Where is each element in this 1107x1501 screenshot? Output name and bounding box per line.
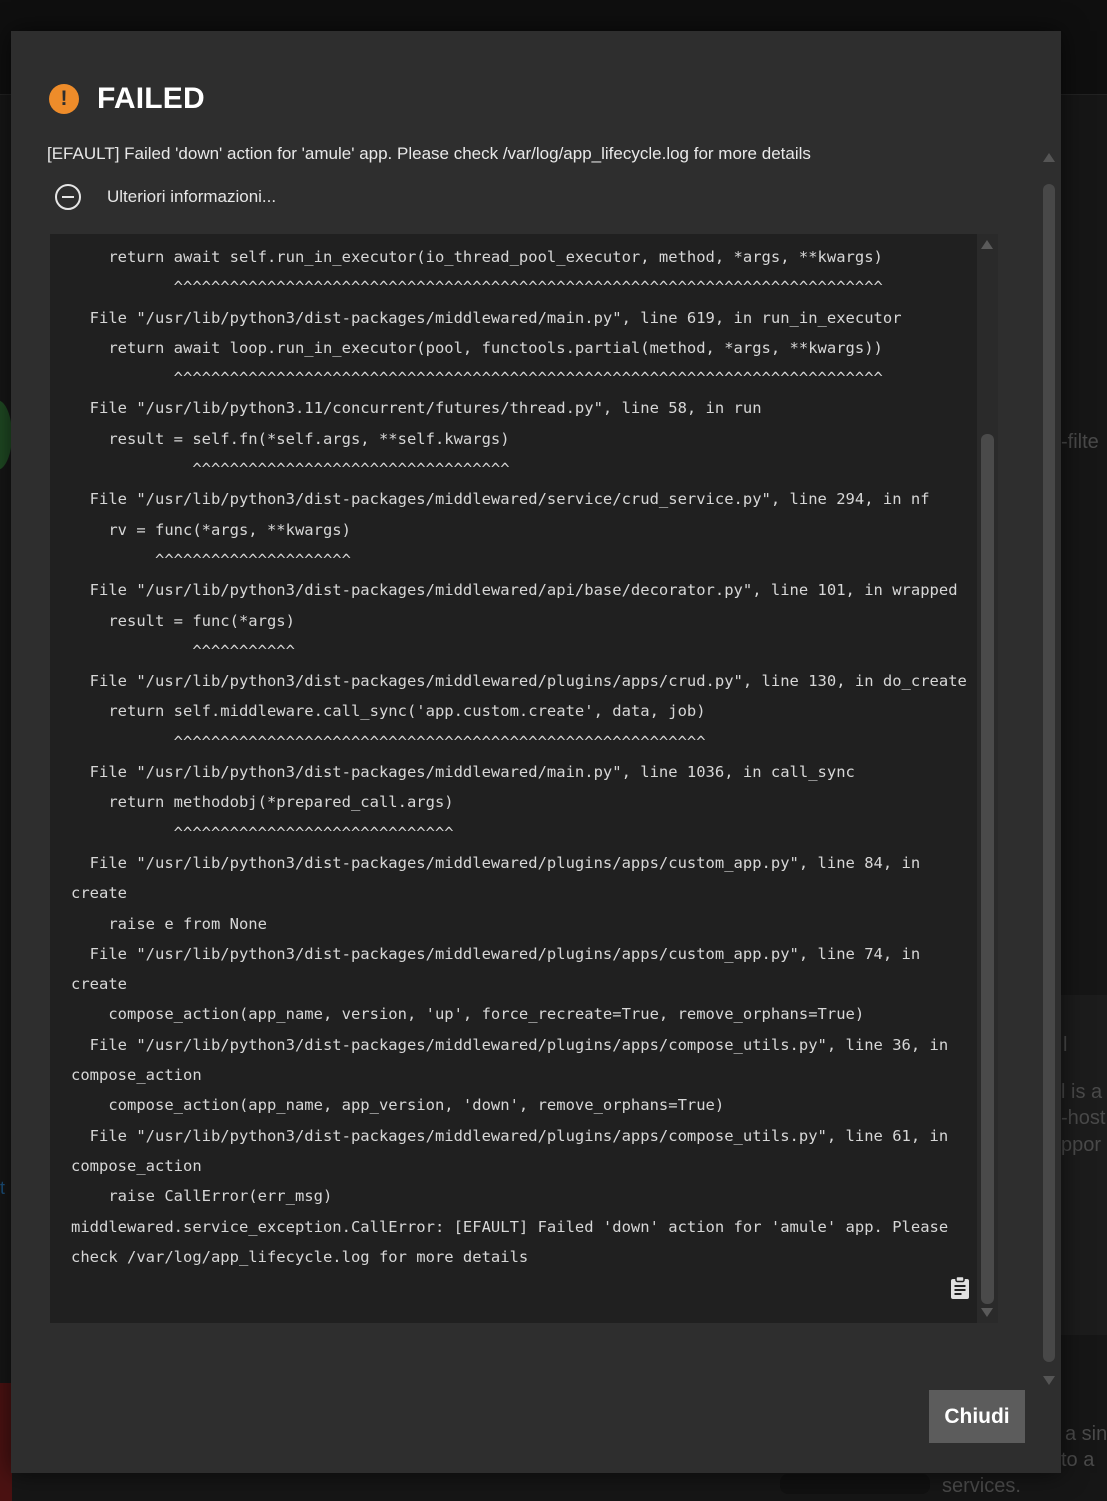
background-text: -host — [1061, 1107, 1106, 1129]
traceback-line: create — [71, 975, 127, 994]
traceback-line: compose_action(app_name, version, 'up', … — [71, 1005, 865, 1024]
scroll-down-arrow-icon[interactable] — [1043, 1376, 1055, 1385]
traceback-line: File "/usr/lib/python3/dist-packages/mid… — [71, 763, 855, 782]
traceback-line: ^^^^^^^^^^^^^^^^^^^^^ — [71, 550, 351, 569]
traceback-line: ^^^^^^^^^^^^^^^^^^^^^^^^^^^^^^^^^^^^^^^^… — [71, 278, 883, 297]
warning-icon: ! — [49, 84, 79, 114]
background-text: l — [1063, 1034, 1068, 1056]
traceback-line: compose_action(app_name, app_version, 'd… — [71, 1096, 725, 1115]
traceback-line: return self.middleware.call_sync('app.cu… — [71, 702, 706, 721]
error-dialog: ! FAILED [EFAULT] Failed 'down' action f… — [11, 31, 1061, 1473]
traceback-line: File "/usr/lib/python3.11/concurrent/fut… — [71, 399, 762, 418]
traceback-line: compose_action — [71, 1156, 202, 1175]
traceback-line: rv = func(*args, **kwargs) — [71, 520, 351, 539]
more-info-label[interactable]: Ulteriori informazioni... — [107, 187, 276, 207]
traceback-line: create — [71, 884, 127, 903]
traceback-line: return await loop.run_in_executor(pool, … — [71, 338, 883, 357]
traceback-line: compose_action — [71, 1066, 202, 1085]
background-text: to a — [1061, 1449, 1095, 1471]
traceback-line: File "/usr/lib/python3/dist-packages/mid… — [71, 581, 958, 600]
scroll-down-arrow-icon[interactable] — [981, 1308, 993, 1317]
background-text: services. — [942, 1475, 1021, 1497]
traceback-line: File "/usr/lib/python3/dist-packages/mid… — [71, 672, 967, 691]
traceback-line: File "/usr/lib/python3/dist-packages/mid… — [71, 853, 921, 872]
background-text: l is a — [1061, 1081, 1103, 1103]
traceback-scrollbar[interactable] — [977, 234, 998, 1323]
traceback-line: File "/usr/lib/python3/dist-packages/mid… — [71, 490, 930, 509]
dialog-header: ! FAILED — [49, 82, 205, 116]
traceback-line: result = func(*args) — [71, 611, 295, 630]
background-text: -filte — [1061, 431, 1099, 453]
close-button[interactable]: Chiudi — [929, 1390, 1025, 1443]
traceback-line: File "/usr/lib/python3/dist-packages/mid… — [71, 944, 921, 963]
traceback-line: ^^^^^^^^^^^ — [71, 641, 295, 660]
traceback-line: return methodobj(*prepared_call.args) — [71, 793, 454, 812]
traceback-line: raise CallError(err_msg) — [71, 1187, 333, 1206]
background-text: a sin — [1065, 1423, 1107, 1445]
more-info-toggle[interactable]: Ulteriori informazioni... — [55, 184, 276, 210]
dialog-title: FAILED — [97, 82, 205, 115]
scrollbar-thumb[interactable] — [981, 434, 994, 1304]
traceback-line: ^^^^^^^^^^^^^^^^^^^^^^^^^^^^^^ — [71, 823, 454, 842]
traceback-line: ^^^^^^^^^^^^^^^^^^^^^^^^^^^^^^^^^^^^^^^^… — [71, 369, 883, 388]
traceback-line: raise e from None — [71, 914, 267, 933]
traceback-line: return await self.run_in_executor(io_thr… — [71, 248, 883, 266]
traceback-line: File "/usr/lib/python3/dist-packages/mid… — [71, 1035, 949, 1054]
scrollbar-thumb[interactable] — [1043, 184, 1055, 1362]
traceback-line: File "/usr/lib/python3/dist-packages/mid… — [71, 1126, 949, 1145]
traceback-line: ^^^^^^^^^^^^^^^^^^^^^^^^^^^^^^^^^^ — [71, 460, 510, 479]
traceback-panel[interactable]: return await self.run_in_executor(io_thr… — [50, 234, 998, 1323]
collapse-minus-icon[interactable] — [55, 184, 81, 210]
background-button — [780, 1474, 930, 1494]
traceback-line: middlewared.service_exception.CallError:… — [71, 1217, 949, 1236]
error-message: [EFAULT] Failed 'down' action for 'amule… — [47, 144, 811, 163]
clipboard-icon[interactable] — [950, 1276, 970, 1300]
scroll-up-arrow-icon[interactable] — [1043, 153, 1055, 162]
traceback-line: ^^^^^^^^^^^^^^^^^^^^^^^^^^^^^^^^^^^^^^^^… — [71, 732, 706, 751]
background-text: ppor — [1061, 1134, 1102, 1156]
traceback-text: return await self.run_in_executor(io_thr… — [71, 242, 967, 1272]
dialog-scrollbar[interactable] — [1040, 149, 1058, 1389]
scroll-up-arrow-icon[interactable] — [981, 240, 993, 249]
traceback-line: File "/usr/lib/python3/dist-packages/mid… — [71, 308, 902, 327]
traceback-line: check /var/log/app_lifecycle.log for mor… — [71, 1247, 529, 1266]
traceback-line: result = self.fn(*self.args, **self.kwar… — [71, 429, 510, 448]
background-text: t — [0, 1178, 6, 1198]
